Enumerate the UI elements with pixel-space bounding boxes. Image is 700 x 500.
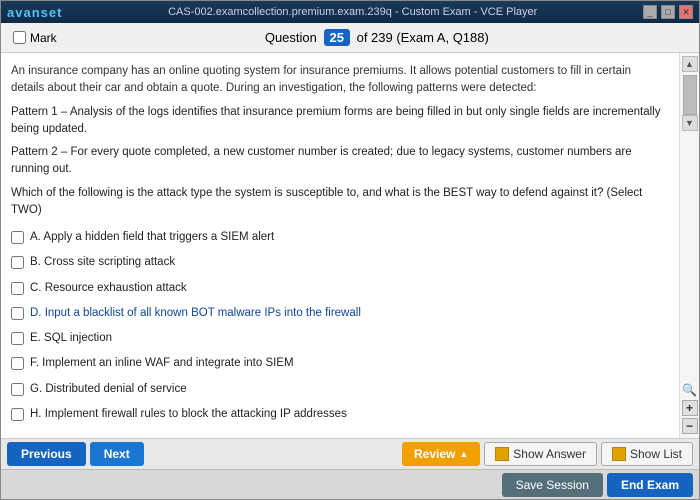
zoom-out-button[interactable]: − bbox=[682, 418, 698, 434]
next-button[interactable]: Next bbox=[90, 442, 144, 466]
option-a-checkbox[interactable] bbox=[11, 231, 24, 244]
show-answer-label: Show Answer bbox=[513, 447, 586, 461]
app-title: CAS-002.examcollection.premium.exam.239q… bbox=[62, 6, 643, 18]
option-b-label: B. Cross site scripting attack bbox=[30, 254, 175, 271]
list-item: E. SQL injection bbox=[11, 328, 665, 349]
window-controls: _ □ ✕ bbox=[643, 5, 693, 19]
option-d-label: D. Input a blacklist of all known BOT ma… bbox=[30, 305, 361, 322]
bottom-row2: Save Session End Exam bbox=[1, 469, 699, 499]
question-prompt: Which of the following is the attack typ… bbox=[11, 185, 665, 220]
zoom-panel: 🔍 + − bbox=[680, 378, 699, 438]
mark-label: Mark bbox=[30, 31, 57, 45]
previous-button[interactable]: Previous bbox=[7, 442, 86, 466]
title-bar-left: avanset bbox=[7, 5, 62, 20]
list-item: H. Implement firewall rules to block the… bbox=[11, 404, 665, 425]
option-c-label: C. Resource exhaustion attack bbox=[30, 280, 187, 297]
search-zoom-icon: 🔍 bbox=[682, 382, 698, 398]
option-g-checkbox[interactable] bbox=[11, 383, 24, 396]
app-window: avanset CAS-002.examcollection.premium.e… bbox=[0, 0, 700, 500]
show-list-button[interactable]: Show List bbox=[601, 442, 693, 466]
list-item: B. Cross site scripting attack bbox=[11, 252, 665, 273]
main-content: An insurance company has an online quoti… bbox=[1, 53, 679, 438]
close-button[interactable]: ✕ bbox=[679, 5, 693, 19]
right-panel: ▲ ▼ 🔍 + − bbox=[679, 53, 699, 438]
show-answer-button[interactable]: Show Answer bbox=[484, 442, 597, 466]
show-answer-icon bbox=[495, 447, 509, 461]
bottom-bar: Previous Next Review ▲ Show Answer Show … bbox=[1, 438, 699, 499]
content-area: An insurance company has an online quoti… bbox=[1, 53, 699, 438]
show-list-label: Show List bbox=[630, 447, 682, 461]
option-e-checkbox[interactable] bbox=[11, 332, 24, 345]
review-arrow-icon: ▲ bbox=[459, 449, 468, 459]
pattern1-text: Pattern 1 – Analysis of the logs identif… bbox=[11, 104, 665, 139]
option-b-checkbox[interactable] bbox=[11, 256, 24, 269]
minimize-button[interactable]: _ bbox=[643, 5, 657, 19]
review-label: Review bbox=[414, 447, 455, 461]
list-item: G. Distributed denial of service bbox=[11, 379, 665, 400]
list-item: A. Apply a hidden field that triggers a … bbox=[11, 227, 665, 248]
question-total: of 239 (Exam A, Q188) bbox=[357, 30, 489, 45]
mark-checkbox[interactable] bbox=[13, 31, 26, 44]
end-exam-button[interactable]: End Exam bbox=[607, 473, 693, 497]
show-list-icon bbox=[612, 447, 626, 461]
option-f-label: F. Implement an inline WAF and integrate… bbox=[30, 355, 294, 372]
bottom-row1: Previous Next Review ▲ Show Answer Show … bbox=[1, 439, 699, 469]
mark-container: Mark bbox=[13, 31, 57, 45]
zoom-in-button[interactable]: + bbox=[682, 400, 698, 416]
question-number-badge: 25 bbox=[324, 29, 350, 46]
option-h-label: H. Implement firewall rules to block the… bbox=[30, 406, 347, 423]
scroll-up-button[interactable]: ▲ bbox=[682, 56, 698, 72]
pattern2-text: Pattern 2 – For every quote completed, a… bbox=[11, 144, 665, 179]
list-item: D. Input a blacklist of all known BOT ma… bbox=[11, 303, 665, 324]
save-session-button[interactable]: Save Session bbox=[502, 473, 603, 497]
review-button[interactable]: Review ▲ bbox=[402, 442, 480, 466]
option-g-label: G. Distributed denial of service bbox=[30, 381, 187, 398]
scrollbar: ▲ ▼ bbox=[680, 53, 699, 134]
question-header: Question 25 of 239 (Exam A, Q188) bbox=[67, 29, 687, 46]
scroll-track bbox=[680, 134, 699, 378]
list-item: F. Implement an inline WAF and integrate… bbox=[11, 353, 665, 374]
question-toolbar: Mark Question 25 of 239 (Exam A, Q188) bbox=[1, 23, 699, 53]
answer-options: A. Apply a hidden field that triggers a … bbox=[11, 227, 665, 425]
title-bar: avanset CAS-002.examcollection.premium.e… bbox=[1, 1, 699, 23]
avanset-logo: avanset bbox=[7, 5, 62, 20]
maximize-button[interactable]: □ bbox=[661, 5, 675, 19]
option-c-checkbox[interactable] bbox=[11, 282, 24, 295]
passage-text: An insurance company has an online quoti… bbox=[11, 63, 665, 98]
scroll-thumb[interactable] bbox=[683, 75, 697, 115]
option-d-checkbox[interactable] bbox=[11, 307, 24, 320]
option-h-checkbox[interactable] bbox=[11, 408, 24, 421]
option-e-label: E. SQL injection bbox=[30, 330, 112, 347]
question-label: Question bbox=[265, 30, 317, 45]
list-item: C. Resource exhaustion attack bbox=[11, 278, 665, 299]
option-f-checkbox[interactable] bbox=[11, 357, 24, 370]
option-a-label: A. Apply a hidden field that triggers a … bbox=[30, 229, 274, 246]
scroll-down-button[interactable]: ▼ bbox=[682, 115, 698, 131]
